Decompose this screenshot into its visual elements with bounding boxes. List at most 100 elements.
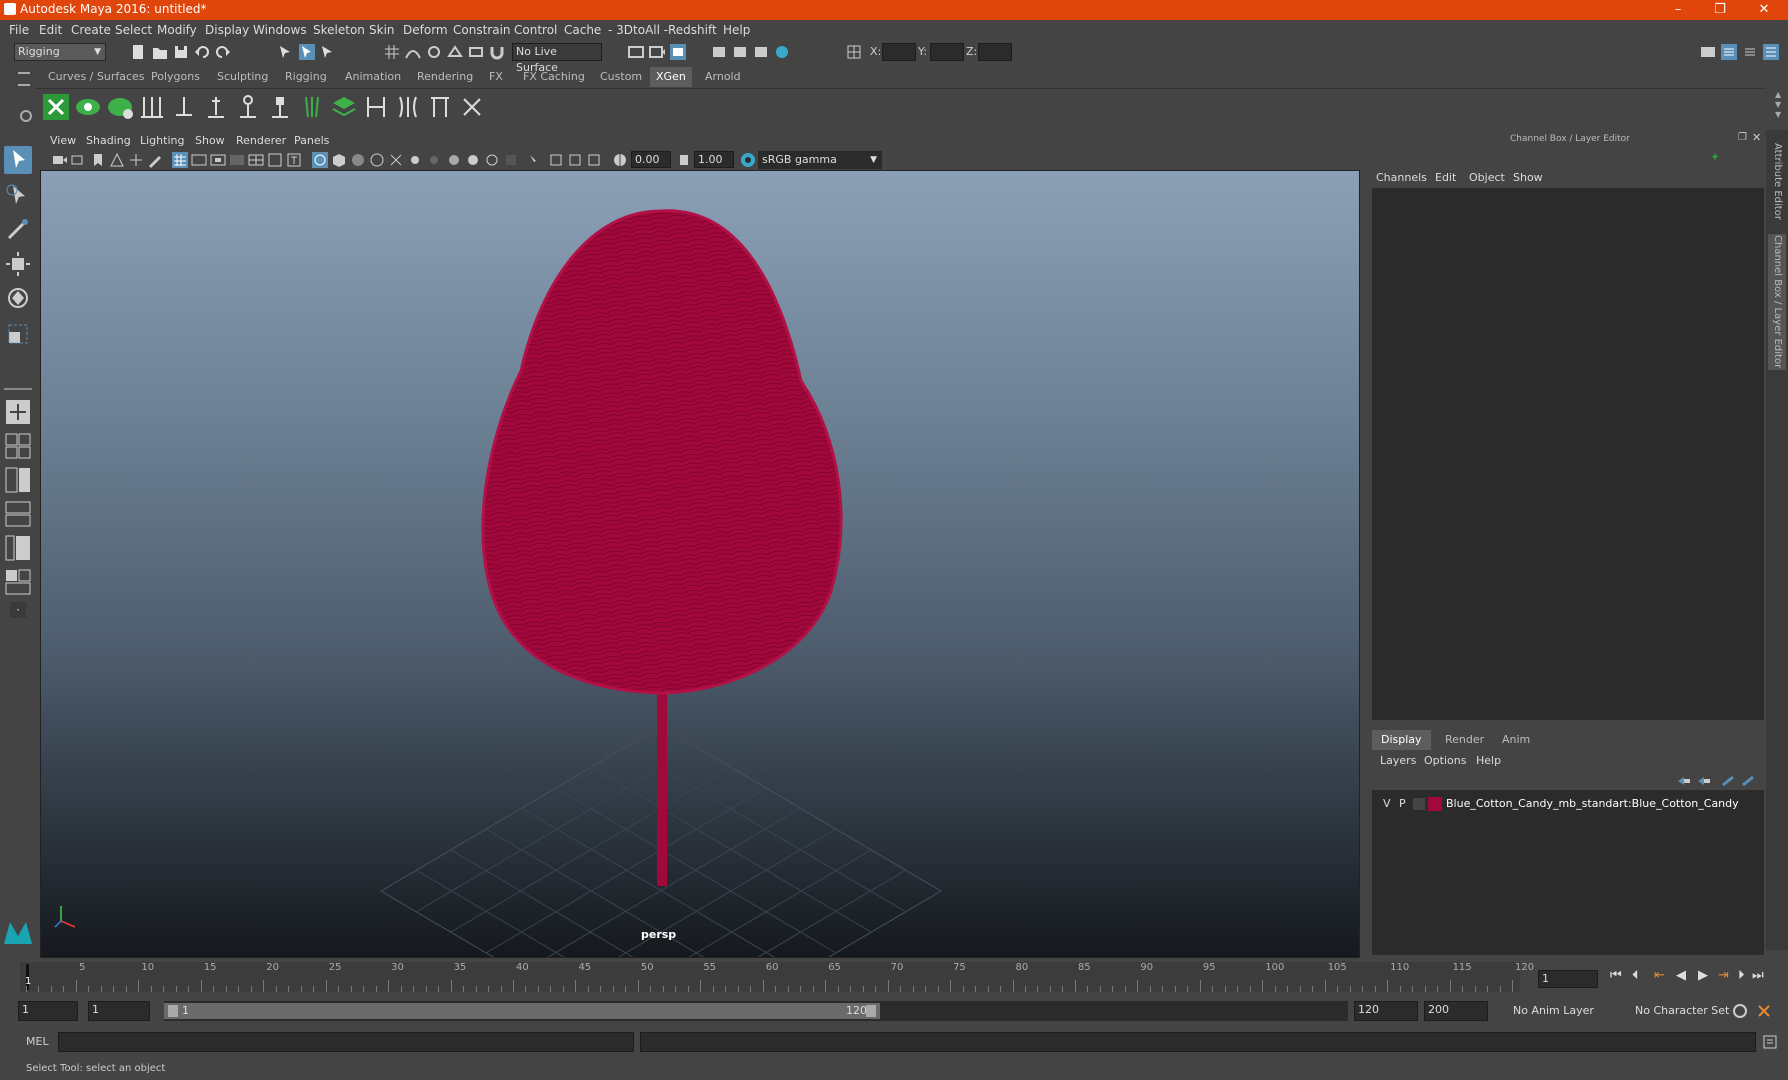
menu-control[interactable]: Control: [514, 23, 557, 37]
render-settings-icon[interactable]: [711, 44, 727, 60]
isolate-select-icon[interactable]: [503, 152, 519, 168]
play-forward-icon[interactable]: ▶: [1698, 968, 1708, 983]
y-field[interactable]: [930, 43, 964, 61]
image-plane-icon[interactable]: [109, 152, 125, 168]
attribute-editor-tab[interactable]: Attribute Editor: [1768, 136, 1786, 226]
two-view-layout-icon[interactable]: [4, 466, 32, 494]
four-view-layout-icon[interactable]: [4, 432, 32, 460]
xgen-add-guide-icon[interactable]: [170, 93, 198, 121]
snap-grid-icon[interactable]: [384, 44, 400, 60]
auto-key-icon[interactable]: [1732, 1003, 1748, 1019]
new-layer-selected-icon[interactable]: [1740, 773, 1756, 789]
shadows-icon[interactable]: [407, 152, 423, 168]
layer-menu-layers[interactable]: Layers: [1380, 754, 1416, 767]
tool-settings-toggle-icon[interactable]: [1742, 44, 1758, 60]
safe-title-icon[interactable]: [286, 152, 302, 168]
menu-constrain[interactable]: Constrain: [453, 23, 511, 37]
menu-redshift[interactable]: Redshift: [668, 23, 717, 37]
select-component-icon[interactable]: [320, 44, 336, 60]
shelf-tab-arnold[interactable]: Arnold: [699, 67, 747, 87]
shelf-tab-custom[interactable]: Custom: [594, 67, 648, 87]
menu-select[interactable]: Select: [115, 23, 152, 37]
modeling-toolkit-icon[interactable]: [1700, 44, 1716, 60]
xgen-editor-icon[interactable]: [42, 93, 70, 121]
cb-menu-edit[interactable]: Edit: [1435, 171, 1456, 184]
x-field[interactable]: [882, 43, 916, 61]
gamma-field[interactable]: 1.00: [694, 151, 734, 168]
menu-create[interactable]: Create: [71, 23, 111, 37]
vp-menu-shading[interactable]: Shading: [86, 134, 131, 147]
anim-layer-dropdown[interactable]: No Anim Layer: [1510, 1001, 1620, 1021]
graph-editor-layout-icon[interactable]: [4, 500, 32, 528]
magnet-icon[interactable]: [489, 44, 505, 60]
use-all-lights-icon[interactable]: [388, 152, 404, 168]
layer-menu-help[interactable]: Help: [1476, 754, 1501, 767]
maximize-button[interactable]: ❐: [1700, 0, 1740, 20]
character-set-dropdown[interactable]: No Character Set: [1632, 1001, 1740, 1021]
xgen-delete-guides-icon[interactable]: [458, 93, 486, 121]
view-transform-dropdown[interactable]: sRGB gamma ▼: [758, 151, 882, 169]
playback-end-field[interactable]: 120: [1354, 1001, 1418, 1021]
shelf-menu-icon[interactable]: [18, 72, 30, 86]
xgen-bake-guides-icon[interactable]: [362, 93, 390, 121]
animation-end-field[interactable]: 200: [1424, 1001, 1488, 1021]
new-layer-icon[interactable]: [1720, 773, 1736, 789]
menu-modify[interactable]: Modify: [157, 23, 197, 37]
render-frame-icon[interactable]: [649, 44, 665, 60]
open-scene-icon[interactable]: [152, 44, 168, 60]
snap-view-plane-icon[interactable]: [447, 44, 463, 60]
select-object-icon[interactable]: [299, 44, 315, 60]
bookmarks-icon[interactable]: [90, 152, 106, 168]
menu-help[interactable]: Help: [723, 23, 750, 37]
close-panel-icon[interactable]: ✕: [1752, 131, 1761, 144]
menu-cache[interactable]: Cache: [564, 23, 601, 37]
cb-menu-channels[interactable]: Channels: [1376, 171, 1427, 184]
redo-icon[interactable]: [215, 44, 231, 60]
color-management-icon[interactable]: [740, 152, 756, 168]
snap-curve-icon[interactable]: [405, 44, 421, 60]
single-view-layout-icon[interactable]: [4, 398, 32, 426]
render-region-icon[interactable]: [628, 44, 644, 60]
snap-point-icon[interactable]: [426, 44, 442, 60]
shelf-tab-rigging[interactable]: Rigging: [279, 67, 333, 87]
xray-icon[interactable]: [527, 152, 543, 168]
command-input[interactable]: [58, 1032, 634, 1052]
layer-tab-anim[interactable]: Anim: [1493, 730, 1539, 750]
perspective-viewport[interactable]: persp: [40, 170, 1360, 958]
shelf-tab-animation[interactable]: Animation: [339, 67, 407, 87]
menu-display[interactable]: Display: [205, 23, 249, 37]
vp-menu-panels[interactable]: Panels: [294, 134, 329, 147]
shelf-tab-curves-surfaces[interactable]: Curves / Surfaces: [42, 67, 151, 87]
go-to-start-icon[interactable]: ⏮: [1610, 968, 1622, 983]
range-slider-bar[interactable]: 1 120: [164, 1003, 880, 1019]
xgen-place-guides-icon[interactable]: [138, 93, 166, 121]
xgen-create-description-icon[interactable]: [106, 93, 134, 121]
paint-select-tool-icon[interactable]: [4, 216, 32, 244]
safe-action-icon[interactable]: [267, 152, 283, 168]
xgen-sculpt-guides-icon[interactable]: [202, 93, 230, 121]
layer-playback-toggle[interactable]: P: [1399, 797, 1406, 810]
script-language-toggle[interactable]: MEL: [26, 1035, 49, 1048]
menu-3dtoall[interactable]: - 3DtoAll -: [608, 23, 668, 37]
time-slider[interactable]: 1 5 10 15 20 25 30 35 40 45 50 55 60 65 70 75 80 85 90 95 1…: [20, 962, 1534, 992]
shelf-tab-rendering[interactable]: Rendering: [411, 67, 479, 87]
menu-skin[interactable]: Skin: [369, 23, 395, 37]
depth-of-field-icon[interactable]: [484, 152, 500, 168]
snap-surface-icon[interactable]: [468, 44, 484, 60]
vp-menu-renderer[interactable]: Renderer: [236, 134, 286, 147]
layer-tab-render[interactable]: Render: [1436, 730, 1493, 750]
save-scene-icon[interactable]: [173, 44, 189, 60]
lasso-tool-icon[interactable]: [4, 182, 32, 210]
channel-box-tab[interactable]: Channel Box / Layer Editor: [1768, 234, 1786, 370]
transform-mode-icon[interactable]: [846, 44, 862, 60]
channel-box-panel[interactable]: [1372, 188, 1764, 720]
play-backward-icon[interactable]: ◀: [1676, 968, 1686, 983]
range-start-handle[interactable]: [168, 1005, 178, 1017]
layer-name[interactable]: Blue_Cotton_Candy_mb_standart:Blue_Cotto…: [1446, 797, 1739, 810]
minimize-button[interactable]: –: [1658, 0, 1698, 20]
smooth-shade-icon[interactable]: [331, 152, 347, 168]
more-layouts-button[interactable]: ·: [10, 602, 26, 618]
range-slider-track[interactable]: 1 120: [164, 1001, 1348, 1021]
textured-icon[interactable]: [369, 152, 385, 168]
outliner-layout-icon[interactable]: [4, 534, 32, 562]
